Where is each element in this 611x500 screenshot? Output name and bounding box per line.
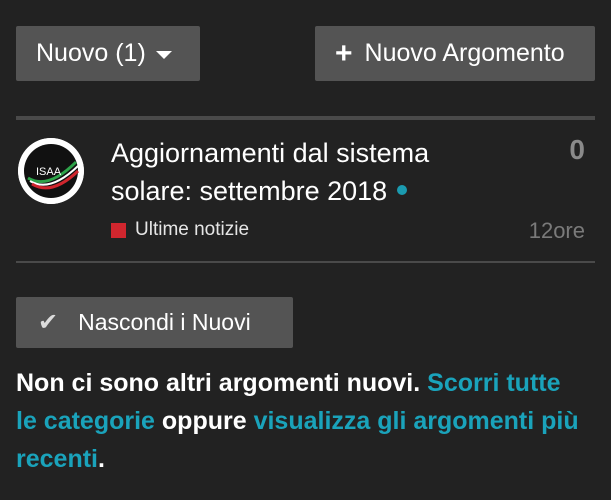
dismiss-label: Nascondi i Nuovi	[78, 309, 251, 335]
new-filter-dropdown-button[interactable]: Nuovo (1)	[16, 26, 200, 81]
reply-count[interactable]: 0	[569, 134, 585, 166]
category-label: Ultime notizie	[135, 219, 250, 240]
no-more-topics-message: Non ci sono altri argomenti nuovi. Scorr…	[16, 364, 586, 478]
dismiss-new-button[interactable]: ✔ Nascondi i Nuovi	[16, 297, 293, 348]
footer-text-3: .	[97, 445, 105, 473]
check-icon: ✔	[38, 309, 59, 336]
unread-indicator-dot	[397, 184, 408, 195]
plus-icon: +	[335, 36, 353, 70]
footer-text-1: Non ci sono altri argomenti nuovi.	[16, 369, 421, 397]
topic-title: Aggiornamenti dal sistema solare: settem…	[111, 138, 430, 206]
avatar[interactable]: ISAA	[18, 138, 84, 204]
footer-text-2: oppure	[161, 407, 247, 435]
avatar-text: ISAA	[36, 166, 62, 178]
topic-title-link[interactable]: Aggiornamenti dal sistema solare: settem…	[111, 134, 511, 210]
category-badge[interactable]: Ultime notizie	[111, 219, 249, 241]
topic-list-bottom-divider	[16, 261, 595, 263]
topic-age[interactable]: 12ore	[529, 218, 585, 244]
new-topic-button[interactable]: + Nuovo Argomento	[315, 26, 595, 81]
new-topic-label: Nuovo Argomento	[364, 39, 565, 67]
caret-down-icon	[155, 50, 172, 59]
category-color-swatch	[111, 222, 126, 238]
filter-label: Nuovo (1)	[36, 39, 146, 67]
topic-list-top-divider	[16, 116, 595, 120]
